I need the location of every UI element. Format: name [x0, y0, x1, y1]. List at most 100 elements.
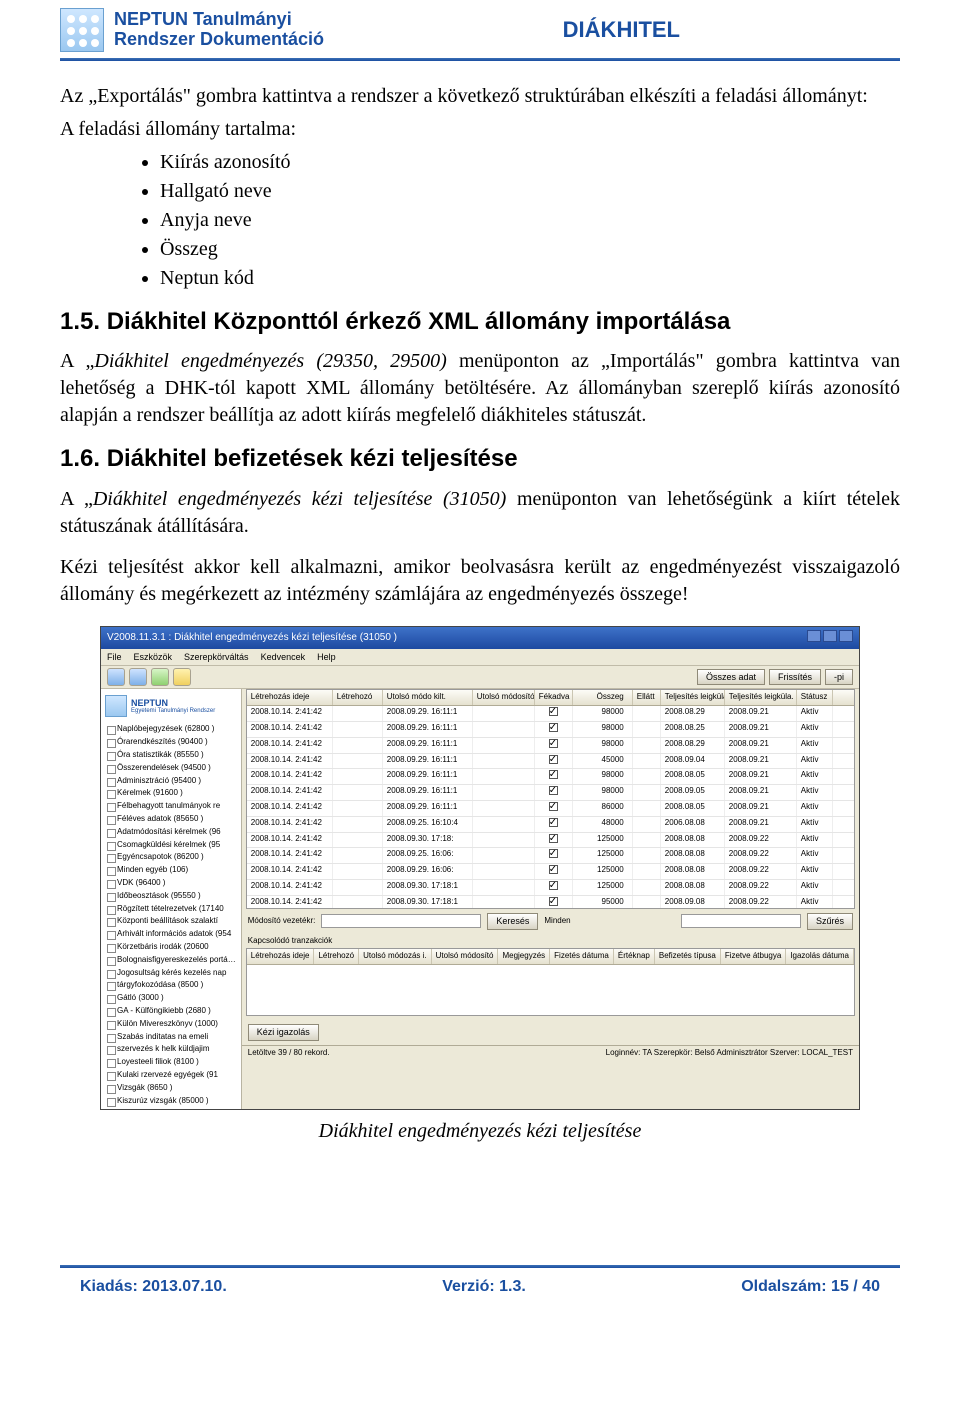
tree-item[interactable]: Óra statisztikák (85550 ) — [105, 749, 237, 762]
tree-item[interactable]: Jogosultság kérés kezelés nap — [105, 967, 237, 980]
table-row[interactable]: 2008.10.14. 2:41:422008.09.29. 16:11:145… — [247, 754, 854, 770]
tree-item[interactable]: Minden egyéb (106) — [105, 864, 237, 877]
tree-item[interactable]: tárgyfokozódása (8500 ) — [105, 979, 237, 992]
tree-item[interactable]: szervezés k helk küldjajim — [105, 1043, 237, 1056]
all-data-button[interactable]: Összes adat — [697, 669, 765, 685]
tree-item[interactable]: Féléves adatok (85650 ) — [105, 813, 237, 826]
tree-item[interactable]: Loyesteeli filiok (8100 ) — [105, 1056, 237, 1069]
column-header[interactable]: Utolsó módosító — [432, 949, 499, 964]
manual-confirm-button[interactable]: Kézi igazolás — [248, 1024, 319, 1040]
filter-input[interactable] — [321, 914, 481, 928]
table-row[interactable]: 2008.10.14. 2:41:422008.09.29. 16:11:198… — [247, 722, 854, 738]
checkbox-icon[interactable] — [549, 739, 558, 748]
column-header[interactable]: Megjegyzés — [498, 949, 550, 964]
table-row[interactable]: 2008.10.14. 2:41:422008.09.30. 17:18:125… — [247, 833, 854, 849]
menu-item[interactable]: Help — [317, 651, 336, 663]
column-header[interactable]: Fizetés dátuma — [550, 949, 614, 964]
tree-item[interactable]: Felevés adatok (18650 ) — [105, 1107, 237, 1109]
table-row[interactable]: 2008.10.14. 2:41:422008.09.29. 16:11:198… — [247, 706, 854, 722]
table-row[interactable]: 2008.10.14. 2:41:422008.09.25. 16:10:448… — [247, 817, 854, 833]
column-header[interactable]: Igazolás dátuma — [786, 949, 854, 964]
column-header[interactable]: Utolsó módosító — [473, 690, 535, 705]
document-title: DIÁKHITEL — [563, 17, 900, 43]
filter-controls: Módosító vezetékr: Keresés Minden Szűrés — [242, 909, 859, 933]
pin-button[interactable]: -pi — [825, 669, 853, 685]
tree-item[interactable]: Csomagküldési kérelmek (95 — [105, 839, 237, 852]
tree-item[interactable]: Bolognaisfigyereskezelés portálok — [105, 954, 237, 967]
menu-item[interactable]: Eszközök — [134, 651, 173, 663]
tree-item[interactable]: Adminisztráció (95400 ) — [105, 775, 237, 788]
search-button[interactable]: Keresés — [487, 913, 538, 929]
tree-item[interactable]: Összerendelések (94500 ) — [105, 762, 237, 775]
toolbar-star-icon[interactable] — [173, 668, 191, 686]
table-row[interactable]: 2008.10.14. 2:41:422008.09.25. 16:06:125… — [247, 848, 854, 864]
checkbox-icon[interactable] — [549, 881, 558, 890]
tree-item[interactable]: Külön Mivereszkönyv (1000) — [105, 1018, 237, 1031]
tree-item[interactable]: Naplóbejegyzések (62800 ) — [105, 723, 237, 736]
column-header[interactable]: Létrehozó — [333, 690, 383, 705]
toolbar: Összes adat Frissítés -pi — [101, 666, 859, 689]
sort-button[interactable]: Szűrés — [807, 913, 853, 929]
checkbox-icon[interactable] — [549, 707, 558, 716]
toolbar-forward-icon[interactable] — [129, 668, 147, 686]
menu-item[interactable]: Szerepkörváltás — [184, 651, 249, 663]
column-header[interactable]: Fizetve átbugya — [721, 949, 786, 964]
checkbox-icon[interactable] — [549, 786, 558, 795]
transactions-grid[interactable]: Létrehozás idejeLétrehozóUtolsó módozás … — [246, 948, 855, 1016]
table-row[interactable]: 2008.10.14. 2:41:422008.09.29. 16:06:125… — [247, 864, 854, 880]
checkbox-icon[interactable] — [549, 770, 558, 779]
column-header[interactable]: Utolsó módozás i. — [359, 949, 432, 964]
column-header[interactable]: Fékadva — [535, 690, 573, 705]
tree-item[interactable]: Gátló (3000 ) — [105, 992, 237, 1005]
checkbox-icon[interactable] — [549, 802, 558, 811]
column-header[interactable]: Utolsó módo kilt. — [383, 690, 473, 705]
checkbox-icon[interactable] — [549, 723, 558, 732]
tree-item[interactable]: Adatmódosítási kérelmek (96 — [105, 826, 237, 839]
column-header[interactable]: Összeg — [573, 690, 633, 705]
tree-item[interactable]: Központi beállítások szalaktí — [105, 915, 237, 928]
column-header[interactable]: Teljesítés leigküla. — [725, 690, 797, 705]
refresh-button[interactable]: Frissítés — [769, 669, 821, 685]
tree-item[interactable]: Egyéncsapotok (86200 ) — [105, 851, 237, 864]
column-header[interactable]: Értéknap — [614, 949, 655, 964]
navigation-tree[interactable]: NEPTUN Egyetemi Tanulmányi Rendszer Napl… — [101, 689, 242, 1109]
column-header[interactable]: Státusz — [797, 690, 833, 705]
table-row[interactable]: 2008.10.14. 2:41:422008.09.29. 16:11:198… — [247, 769, 854, 785]
checkbox-icon[interactable] — [549, 865, 558, 874]
tree-item[interactable]: Kiszurúz vizsgák (85000 ) — [105, 1095, 237, 1108]
tree-item[interactable]: Szabás inditatas na emeli — [105, 1031, 237, 1044]
column-header[interactable]: Létrehozás ideje — [247, 690, 333, 705]
toolbar-back-icon[interactable] — [107, 668, 125, 686]
tree-item[interactable]: Kérelmek (91600 ) — [105, 787, 237, 800]
tree-item[interactable]: Körzetbáris irodák (20600 — [105, 941, 237, 954]
column-header[interactable]: Létrehozás ideje — [247, 949, 315, 964]
tree-item[interactable]: Órarendkészítés (90400 ) — [105, 736, 237, 749]
tree-item[interactable]: Időbeosztások (95550 ) — [105, 890, 237, 903]
checkbox-icon[interactable] — [549, 849, 558, 858]
tree-item[interactable]: GA - Külföngikiebb (2680 ) — [105, 1005, 237, 1018]
tree-item[interactable]: Vizsgák (8650 ) — [105, 1082, 237, 1095]
tree-item[interactable]: Arhivált információs adatok (954 — [105, 928, 237, 941]
tree-item[interactable]: Félbehagyott tanulmányok re — [105, 800, 237, 813]
tree-item[interactable]: Kulaki rzervezé egyégek (91 — [105, 1069, 237, 1082]
table-row[interactable]: 2008.10.14. 2:41:422008.09.29. 16:11:198… — [247, 785, 854, 801]
checkbox-icon[interactable] — [549, 897, 558, 906]
menu-item[interactable]: File — [107, 651, 122, 663]
toolbar-refresh-icon[interactable] — [151, 668, 169, 686]
checkbox-icon[interactable] — [549, 818, 558, 827]
menu-item[interactable]: Kedvencek — [261, 651, 306, 663]
table-row[interactable]: 2008.10.14. 2:41:422008.09.29. 16:11:198… — [247, 738, 854, 754]
data-grid[interactable]: Létrehozás idejeLétrehozóUtolsó módo kil… — [246, 689, 855, 909]
table-row[interactable]: 2008.10.14. 2:41:422008.09.29. 16:11:186… — [247, 801, 854, 817]
tree-item[interactable]: Rögzített tételrezetvek (17140 — [105, 903, 237, 916]
checkbox-icon[interactable] — [549, 755, 558, 764]
column-header[interactable]: Teljesítés leigküla. — [661, 690, 725, 705]
column-header[interactable]: Ellátt — [633, 690, 661, 705]
tree-item[interactable]: VDK (96400 ) — [105, 877, 237, 890]
select-input[interactable] — [681, 914, 801, 928]
table-row[interactable]: 2008.10.14. 2:41:422008.09.30. 17:18:112… — [247, 880, 854, 896]
column-header[interactable]: Létrehozó — [314, 949, 359, 964]
table-row[interactable]: 2008.10.14. 2:41:422008.09.30. 17:18:195… — [247, 896, 854, 910]
checkbox-icon[interactable] — [549, 834, 558, 843]
column-header[interactable]: Befizetés típusa — [655, 949, 721, 964]
